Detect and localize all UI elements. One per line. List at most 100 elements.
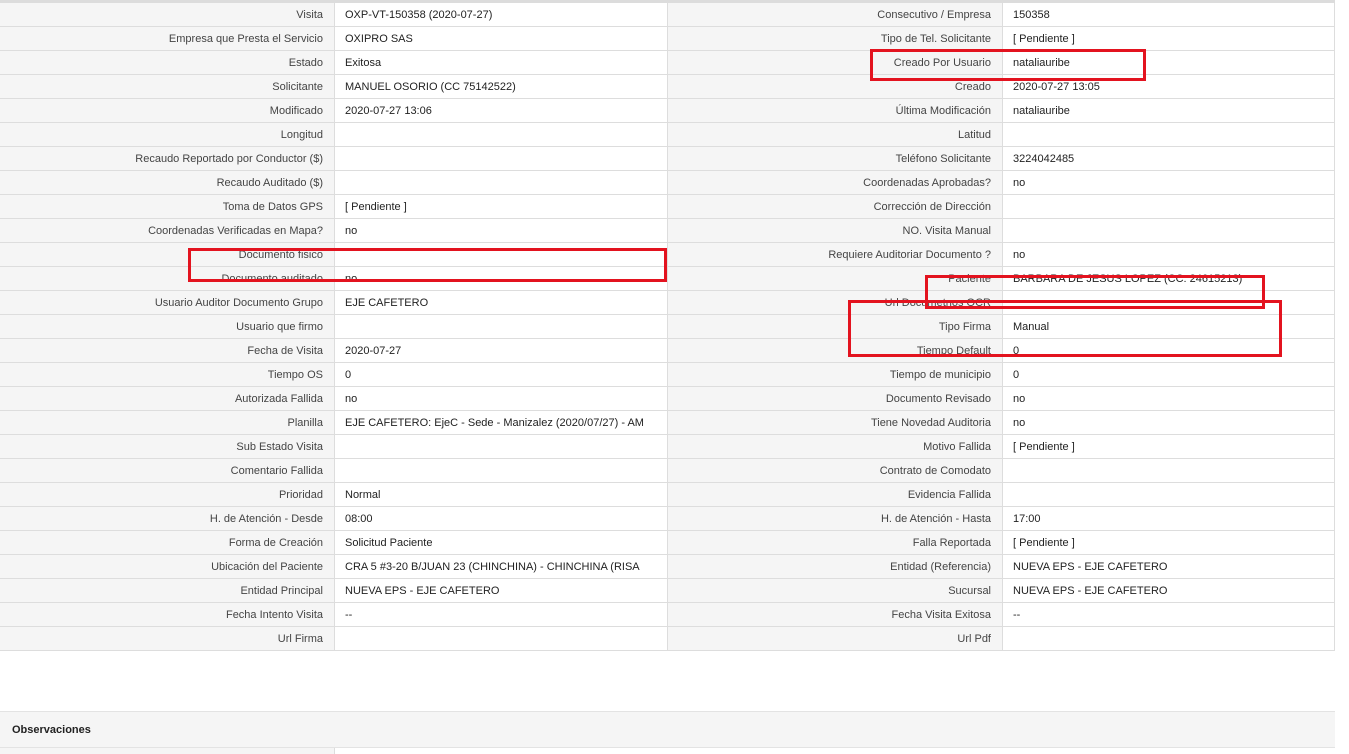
field-label: Ubicación del Paciente [0,555,334,579]
field-label: Prioridad [0,483,334,507]
field-label: Solicitante [0,75,334,99]
field-label: Url Documetnos OCR [668,291,1002,315]
field-value: 2020-07-27 13:06 [334,99,668,123]
field-value [334,435,668,459]
field-label: Documento Revisado [668,387,1002,411]
field-label: Tipo Firma [668,315,1002,339]
field-value [1002,195,1335,219]
field-label: Autorizada Fallida [0,387,334,411]
field-label: Url Firma [0,627,334,651]
field-label: Coordenadas Verificadas en Mapa? [0,219,334,243]
field-label: Visita [0,3,334,27]
field-value: no [1002,243,1335,267]
field-value: [ Pendiente ] [334,195,668,219]
field-value: [ Pendiente ] [1002,27,1335,51]
field-label: Coordenadas Aprobadas? [668,171,1002,195]
field-value: no [1002,387,1335,411]
field-label: Empresa que Presta el Servicio [0,27,334,51]
field-label: Planilla [0,411,334,435]
field-label: Modificado [0,99,334,123]
field-value: 17:00 [1002,507,1335,531]
field-label: Toma de Datos GPS [0,195,334,219]
field-value: CRA 5 #3-20 B/JUAN 23 (CHINCHINA) - CHIN… [334,555,668,579]
field-label: Longitud [0,123,334,147]
field-label: H. de Atención - Hasta [668,507,1002,531]
field-value: OXIPRO SAS [334,27,668,51]
field-value: no [1002,171,1335,195]
field-label: Teléfono Solicitante [668,147,1002,171]
field-value: EJE CAFETERO: EjeC - Sede - Manizalez (2… [334,411,668,435]
field-value: 0 [1002,363,1335,387]
field-value [1002,291,1335,315]
field-label: Fecha de Visita [0,339,334,363]
field-label: Tiempo Default [668,339,1002,363]
field-value: NUEVA EPS - EJE CAFETERO [334,579,668,603]
field-label: Entidad Principal [0,579,334,603]
field-label: Tiempo OS [0,363,334,387]
field-value: 3224042485 [1002,147,1335,171]
field-value: OXP-VT-150358 (2020-07-27) [334,3,668,27]
field-label: Fecha Intento Visita [0,603,334,627]
field-value [334,147,668,171]
observaciones-title: Observaciones [12,724,91,736]
field-value: NUEVA EPS - EJE CAFETERO [1002,579,1335,603]
field-value: Solicitud Paciente [334,531,668,555]
field-value [1002,219,1335,243]
field-label: Consecutivo / Empresa [668,3,1002,27]
field-value: no [1002,411,1335,435]
field-label: Forma de Creación [0,531,334,555]
field-value: -- [1002,603,1335,627]
field-label: Entidad (Referencia) [668,555,1002,579]
field-value [1002,123,1335,147]
field-value: nataliauribe [1002,51,1335,75]
field-label: Comentario Fallida [0,459,334,483]
field-value: 2020-07-27 [334,339,668,363]
field-value: 0 [334,363,668,387]
field-label: Tiene Novedad Auditoria [668,411,1002,435]
field-value [334,171,668,195]
field-label: Documento auditado [0,267,334,291]
field-value [334,123,668,147]
field-label: Latitud [668,123,1002,147]
field-label: Creado [668,75,1002,99]
field-value: Exitosa [334,51,668,75]
field-label: Usuario que firmo [0,315,334,339]
field-value [334,243,668,267]
field-label: Documento fisico [0,243,334,267]
field-value: -- [334,603,668,627]
field-value: Normal [334,483,668,507]
field-value [334,315,668,339]
field-label: Evidencia Fallida [668,483,1002,507]
field-label: Recaudo Auditado ($) [0,171,334,195]
observaciones-body [0,748,1336,754]
field-value: 150358 [1002,3,1335,27]
field-value: EJE CAFETERO [334,291,668,315]
field-value: 0 [1002,339,1335,363]
field-label: NO. Visita Manual [668,219,1002,243]
field-label: Creado Por Usuario [668,51,1002,75]
visit-detail-table: Visita OXP-VT-150358 (2020-07-27) Consecut… [0,3,1335,651]
field-value [1002,483,1335,507]
field-label: H. de Atención - Desde [0,507,334,531]
field-label: Sub Estado Visita [0,435,334,459]
field-value [334,459,668,483]
field-label: Tiempo de municipio [668,363,1002,387]
field-value [1002,627,1335,651]
field-label: Recaudo Reportado por Conductor ($) [0,147,334,171]
section-gap [0,679,1335,711]
page-scrollbar[interactable] [1335,0,1349,754]
field-value: 08:00 [334,507,668,531]
field-label: Url Pdf [668,627,1002,651]
field-value: MANUEL OSORIO (CC 75142522) [334,75,668,99]
field-label: Tipo de Tel. Solicitante [668,27,1002,51]
field-value: 2020-07-27 13:05 [1002,75,1335,99]
field-value: [ Pendiente ] [1002,435,1335,459]
field-value: no [334,267,668,291]
field-value: nataliauribe [1002,99,1335,123]
field-label: Requiere Auditoriar Documento ? [668,243,1002,267]
field-label: Falla Reportada [668,531,1002,555]
field-label: Usuario Auditor Documento Grupo [0,291,334,315]
field-label: Paciente [668,267,1002,291]
observaciones-header: Observaciones [0,711,1335,748]
field-value [334,627,668,651]
